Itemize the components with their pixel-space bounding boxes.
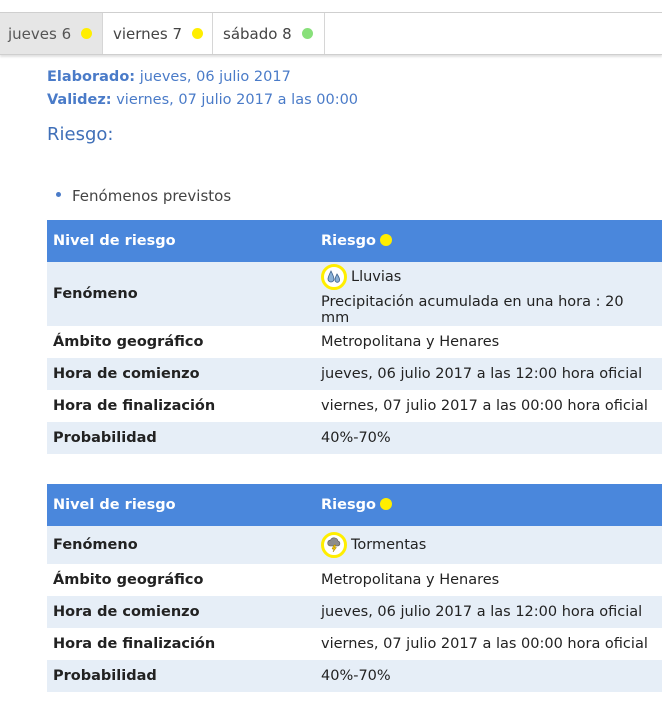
bullet-text: Fenómenos previstos bbox=[72, 187, 232, 205]
tab-label: jueves 6 bbox=[8, 24, 72, 43]
elaborado-label: Elaborado: bbox=[47, 69, 136, 85]
table-row: Ámbito geográfico Metropolitana y Henare… bbox=[47, 564, 662, 596]
table-row: Hora de finalización viernes, 07 julio 2… bbox=[47, 628, 662, 660]
row-label: Ámbito geográfico bbox=[53, 572, 204, 588]
section-title: Riesgo: bbox=[47, 124, 114, 145]
row-value: viernes, 07 julio 2017 a las 00:00 hora … bbox=[321, 636, 648, 652]
validez-label: Validez: bbox=[47, 92, 112, 108]
fenomeno-detail: Precipitación acumulada en una hora : 20… bbox=[321, 294, 624, 326]
row-value: Lluvias Precipitación acumulada en una h… bbox=[315, 262, 662, 326]
row-label: Hora de finalización bbox=[53, 636, 216, 652]
fenomeno-value: Lluvias bbox=[351, 269, 402, 285]
row-label: Hora de comienzo bbox=[47, 596, 315, 628]
row-value: Tormentas bbox=[315, 526, 662, 564]
header-nivel: Nivel de riesgo bbox=[47, 484, 315, 526]
table-header: Nivel de riesgo Riesgo bbox=[47, 484, 662, 526]
bullet-dot bbox=[56, 192, 61, 197]
table-row: Fenómeno Tormentas bbox=[47, 526, 662, 564]
row-value: Metropolitana y Henares bbox=[321, 334, 500, 350]
row-value: 40%-70% bbox=[315, 422, 662, 454]
risk-level-dot bbox=[379, 498, 392, 510]
row-label: Fenómeno bbox=[47, 262, 315, 326]
bullet-item: Fenómenos previstos bbox=[56, 187, 231, 205]
row-value: jueves, 06 julio 2017 a las 12:00 hora o… bbox=[315, 358, 662, 390]
row-label: Hora de finalización bbox=[53, 398, 216, 414]
tab-sabado[interactable]: sábado 8 bbox=[213, 13, 325, 54]
rain-icon bbox=[321, 264, 347, 290]
row-label: Probabilidad bbox=[47, 422, 315, 454]
header-riesgo: Riesgo bbox=[315, 484, 662, 526]
fenomeno-value: Tormentas bbox=[351, 537, 427, 553]
warning-table-tormentas: Nivel de riesgo Riesgo Fenómeno Tormenta… bbox=[47, 484, 662, 692]
elaborado-line: Elaborado: jueves, 06 julio 2017 bbox=[47, 69, 291, 85]
table-header: Nivel de riesgo Riesgo bbox=[47, 220, 662, 262]
table-row: Hora de comienzo jueves, 06 julio 2017 a… bbox=[47, 358, 662, 390]
row-label: Fenómeno bbox=[47, 526, 315, 564]
header-riesgo-label: Riesgo bbox=[321, 497, 376, 513]
warning-table-lluvias: Nivel de riesgo Riesgo Fenómeno Lluvias … bbox=[47, 220, 662, 454]
table-row: Probabilidad 40%-70% bbox=[47, 422, 662, 454]
table-row: Fenómeno Lluvias Precipitación acumulada… bbox=[47, 262, 662, 326]
tab-label: viernes 7 bbox=[113, 24, 183, 43]
tab-label: sábado 8 bbox=[223, 24, 292, 43]
day-tabs: jueves 6 viernes 7 sábado 8 bbox=[0, 12, 662, 55]
row-value: Metropolitana y Henares bbox=[321, 572, 500, 588]
validez-line: Validez: viernes, 07 julio 2017 a las 00… bbox=[47, 92, 358, 108]
header-nivel: Nivel de riesgo bbox=[47, 220, 315, 262]
level-dot bbox=[192, 28, 204, 39]
tab-viernes[interactable]: viernes 7 bbox=[103, 13, 213, 54]
header-riesgo: Riesgo bbox=[315, 220, 662, 262]
row-label: Hora de comienzo bbox=[47, 358, 315, 390]
level-dot bbox=[81, 28, 93, 39]
row-label: Ámbito geográfico bbox=[53, 334, 204, 350]
storm-icon bbox=[321, 532, 347, 558]
validez-value: viernes, 07 julio 2017 a las 00:00 bbox=[116, 92, 359, 108]
tab-jueves[interactable]: jueves 6 bbox=[0, 13, 103, 54]
header-riesgo-label: Riesgo bbox=[321, 233, 376, 249]
row-label: Probabilidad bbox=[47, 660, 315, 692]
table-row: Ámbito geográfico Metropolitana y Henare… bbox=[47, 326, 662, 358]
row-value: jueves, 06 julio 2017 a las 12:00 hora o… bbox=[315, 596, 662, 628]
row-value: 40%-70% bbox=[315, 660, 662, 692]
table-row: Hora de finalización viernes, 07 julio 2… bbox=[47, 390, 662, 422]
row-value: viernes, 07 julio 2017 a las 00:00 hora … bbox=[321, 398, 648, 414]
risk-level-dot bbox=[379, 234, 392, 246]
elaborado-value: jueves, 06 julio 2017 bbox=[139, 69, 291, 85]
table-row: Probabilidad 40%-70% bbox=[47, 660, 662, 692]
level-dot bbox=[301, 28, 313, 39]
table-row: Hora de comienzo jueves, 06 julio 2017 a… bbox=[47, 596, 662, 628]
